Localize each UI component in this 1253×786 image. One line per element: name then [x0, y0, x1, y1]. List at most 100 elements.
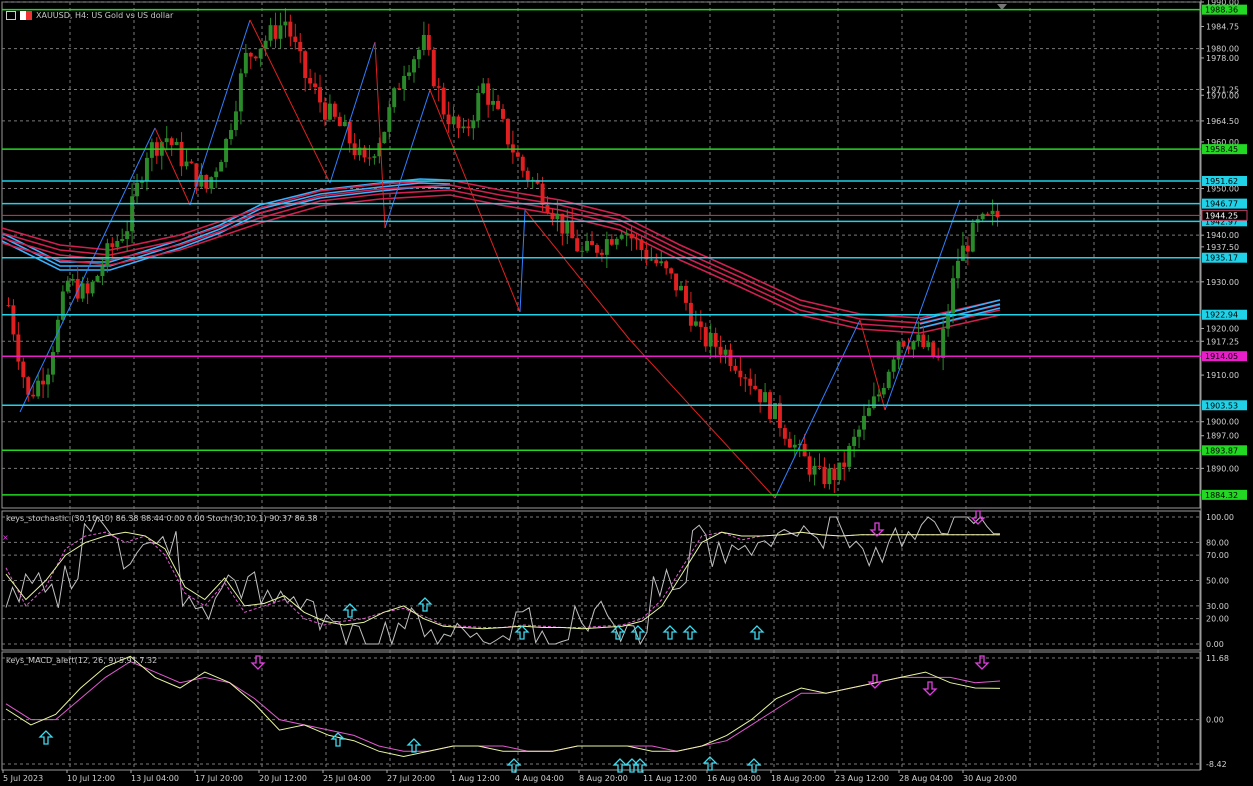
- candle-body: [233, 111, 238, 131]
- candle-body: [476, 93, 481, 121]
- candle-body: [412, 59, 416, 73]
- candle-body: [881, 387, 886, 395]
- candle-body: [486, 83, 491, 105]
- stoch-sell-arrow-icon: [970, 510, 986, 525]
- stoch-sell-arrow-icon: [869, 522, 885, 537]
- candle-body: [258, 48, 263, 59]
- candle-body: [763, 392, 768, 403]
- candle-body: [313, 83, 318, 88]
- candle-body: [367, 157, 372, 159]
- candle-body: [679, 285, 684, 291]
- candle-body: [515, 152, 520, 157]
- candle-body: [337, 116, 342, 127]
- candle-body: [782, 428, 787, 439]
- candle-body: [560, 213, 565, 234]
- panel-border: [1, 651, 1201, 771]
- zigzag-line: [884, 199, 961, 411]
- candle-body: [570, 221, 575, 239]
- candle-body: [283, 21, 288, 26]
- candle-body: [456, 116, 461, 129]
- macd-tick-label: 11.68: [1206, 654, 1229, 663]
- candle-body: [970, 222, 975, 252]
- candle-body: [847, 445, 852, 467]
- price-tick-label: 1940.00: [1206, 231, 1239, 240]
- candle-body: [501, 108, 505, 119]
- candle-body: [946, 313, 951, 329]
- candle-body: [565, 221, 570, 234]
- current-price-label: 1944.25: [1205, 211, 1238, 220]
- candle-body: [832, 468, 837, 481]
- price-tick-label: 1980.00: [1206, 45, 1239, 54]
- candle-body: [397, 88, 402, 90]
- candle-body: [51, 352, 55, 375]
- ma-red-line: [1, 189, 1001, 329]
- candle-body: [580, 250, 585, 252]
- candle-body: [713, 332, 718, 347]
- zigzag-line: [629, 339, 776, 499]
- candle-body: [936, 356, 941, 358]
- candle-body: [629, 233, 634, 239]
- candle-body: [322, 102, 327, 120]
- candle-body: [590, 241, 594, 245]
- candle-body: [654, 259, 659, 264]
- candle-body: [135, 182, 140, 197]
- stoch-buy-arrow-icon: [682, 625, 698, 640]
- candle-body: [21, 361, 26, 378]
- candle-body: [862, 415, 866, 430]
- candle-body: [80, 283, 85, 299]
- candle-body: [585, 241, 590, 251]
- candle-body: [130, 196, 135, 232]
- chart-menu-icon[interactable]: [6, 10, 16, 20]
- candle-body: [693, 321, 698, 326]
- candle-body: [253, 56, 258, 59]
- macd-buy-arrow-icon: [38, 730, 54, 745]
- level-price-label: 1914.05: [1205, 352, 1238, 361]
- candle-body: [777, 403, 782, 429]
- candle-body: [308, 78, 313, 84]
- candle-body: [496, 101, 501, 109]
- candle-body: [787, 438, 792, 448]
- candle-body: [624, 233, 629, 235]
- candle-body: [451, 116, 456, 125]
- time-axis-label: 5 Jul 2023: [3, 774, 43, 783]
- one-click-trading-icon[interactable]: [20, 10, 32, 20]
- macd-sell-arrow-icon: [922, 681, 938, 696]
- candle-body: [327, 103, 332, 120]
- macd-main-line: [5, 655, 1001, 758]
- candle-body: [214, 171, 219, 178]
- candle-body: [95, 275, 100, 282]
- candle-body: [248, 52, 253, 57]
- candle-body: [748, 378, 753, 386]
- candle-body: [41, 380, 46, 385]
- chart-canvas[interactable]: 1990.001984.751980.001978.001971.251970.…: [0, 0, 1253, 786]
- candle-body: [733, 365, 738, 371]
- level-price-label: 1893.87: [1205, 446, 1238, 455]
- candle-body: [842, 462, 847, 467]
- candle-body: [36, 380, 41, 397]
- candle-body: [599, 252, 604, 255]
- macd-buy-arrow-icon: [406, 738, 422, 753]
- candle-body: [144, 157, 149, 181]
- candle-body: [634, 238, 639, 240]
- time-axis-label: 20 Jul 12:00: [259, 774, 307, 783]
- stochastic-label: keys_stochastic (30,10,10) 86.38 88.44 0…: [6, 514, 318, 523]
- candle-body: [6, 305, 11, 307]
- price-tick-label: 1930.00: [1206, 278, 1239, 287]
- chart-window[interactable]: 1990.00 1984.75 1980.00 1978.00 1971.25 1970.…: [0, 0, 1253, 786]
- candle-body: [718, 346, 723, 355]
- candle-body: [298, 41, 303, 52]
- candle-body: [609, 239, 614, 245]
- candle-body: [698, 321, 703, 327]
- candle-body: [990, 210, 995, 215]
- candle-body: [822, 466, 827, 485]
- candle-body: [421, 34, 426, 50]
- candle-body: [857, 429, 862, 437]
- candle-body: [229, 130, 233, 140]
- candle-body: [941, 328, 946, 358]
- candle-body: [837, 462, 842, 481]
- time-axis-label: 18 Aug 20:00: [771, 774, 825, 783]
- price-tick-label: 1897.00: [1206, 432, 1239, 441]
- candle-body: [886, 371, 891, 388]
- chart-shift-marker-icon[interactable]: [997, 4, 1007, 10]
- macd-tick-label: 0.00: [1206, 716, 1224, 725]
